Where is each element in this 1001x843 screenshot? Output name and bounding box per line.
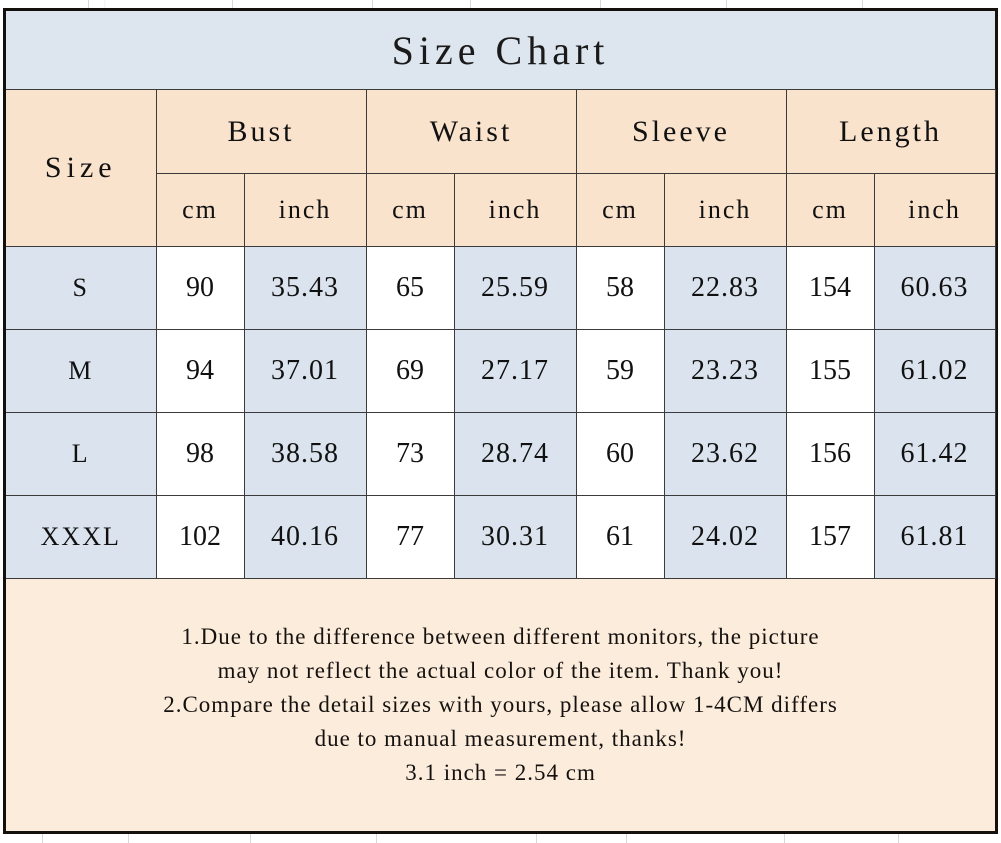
- header-group-row: Size Bust Waist Sleeve Length: [6, 89, 996, 247]
- cell-bust-inch: 40.16: [243, 495, 367, 579]
- cell-length-cm: 156: [785, 412, 875, 496]
- cell-bust-cm: 102: [155, 495, 245, 579]
- notes-row: 1.Due to the difference between differen…: [6, 578, 996, 831]
- cell-waist-inch: 27.17: [453, 329, 577, 413]
- cell-length-inch: 61.42: [873, 412, 996, 496]
- notes-block: 1.Due to the difference between differen…: [6, 620, 995, 790]
- header-group-sleeve: Sleeve: [575, 89, 787, 174]
- header-group-length: Length: [785, 89, 996, 174]
- title-row: Size Chart: [6, 11, 996, 90]
- cell-waist-inch: 28.74: [453, 412, 577, 496]
- header-group-bust: Bust: [155, 89, 367, 174]
- cell-sleeve-inch: 23.23: [663, 329, 787, 413]
- cell-bust-inch: 37.01: [243, 329, 367, 413]
- cell-bust-inch: 35.43: [243, 246, 367, 330]
- cell-length-cm: 154: [785, 246, 875, 330]
- cell-bust-inch: 38.58: [243, 412, 367, 496]
- cell-waist-cm: 77: [365, 495, 455, 579]
- header-unit-sleeve-cm: cm: [575, 173, 665, 247]
- header-group-waist: Waist: [365, 89, 577, 174]
- cell-size: S: [6, 246, 157, 330]
- cell-sleeve-cm: 59: [575, 329, 665, 413]
- cell-size: XXXL: [6, 495, 157, 579]
- cell-length-cm: 157: [785, 495, 875, 579]
- size-chart-table: Size Chart Size Bust Waist Sleeve Length…: [6, 11, 996, 831]
- table-row: L 98 38.58 73 28.74 60 23.62 156 61.42: [6, 412, 996, 496]
- table-row: XXXL 102 40.16 77 30.31 61 24.02 157 61.…: [6, 495, 996, 579]
- cell-waist-cm: 69: [365, 329, 455, 413]
- cell-bust-cm: 90: [155, 246, 245, 330]
- cell-length-inch: 61.81: [873, 495, 996, 579]
- note-line-2: may not reflect the actual color of the …: [217, 657, 784, 683]
- header-unit-bust-inch: inch: [243, 173, 367, 247]
- cell-sleeve-cm: 58: [575, 246, 665, 330]
- header-unit-bust-cm: cm: [155, 173, 245, 247]
- cell-sleeve-cm: 61: [575, 495, 665, 579]
- header-unit-sleeve-inch: inch: [663, 173, 787, 247]
- cell-sleeve-cm: 60: [575, 412, 665, 496]
- header-size: Size: [6, 89, 157, 247]
- note-line-1: 1.Due to the difference between differen…: [181, 623, 820, 649]
- cell-bust-cm: 94: [155, 329, 245, 413]
- page-title-cell: Size Chart: [6, 11, 996, 90]
- header-unit-waist-inch: inch: [453, 173, 577, 247]
- cell-length-inch: 61.02: [873, 329, 996, 413]
- cell-waist-inch: 30.31: [453, 495, 577, 579]
- cell-sleeve-inch: 23.62: [663, 412, 787, 496]
- header-unit-length-cm: cm: [785, 173, 875, 247]
- table-row: S 90 35.43 65 25.59 58 22.83 154 60.63: [6, 246, 996, 330]
- cell-waist-cm: 65: [365, 246, 455, 330]
- note-line-5: 3.1 inch = 2.54 cm: [405, 760, 596, 786]
- size-chart-frame: Size Chart Size Bust Waist Sleeve Length…: [3, 8, 998, 834]
- cell-length-inch: 60.63: [873, 246, 996, 330]
- cell-size: M: [6, 329, 157, 413]
- cell-waist-inch: 25.59: [453, 246, 577, 330]
- page-edge-artifact-bottom: [0, 834, 1001, 843]
- header-unit-length-inch: inch: [873, 173, 996, 247]
- cell-sleeve-inch: 24.02: [663, 495, 787, 579]
- cell-bust-cm: 98: [155, 412, 245, 496]
- cell-length-cm: 155: [785, 329, 875, 413]
- cell-sleeve-inch: 22.83: [663, 246, 787, 330]
- note-line-3: 2.Compare the detail sizes with yours, p…: [163, 691, 838, 717]
- note-line-4: due to manual measurement, thanks!: [314, 726, 687, 752]
- size-chart-page: | Size Chart Size Bust Waist Sleeve Leng…: [0, 0, 1001, 843]
- cell-waist-cm: 73: [365, 412, 455, 496]
- notes-cell: 1.Due to the difference between differen…: [6, 578, 996, 831]
- page-title: Size Chart: [391, 27, 610, 73]
- table-row: M 94 37.01 69 27.17 59 23.23 155 61.02: [6, 329, 996, 413]
- cell-size: L: [6, 412, 157, 496]
- header-unit-waist-cm: cm: [365, 173, 455, 247]
